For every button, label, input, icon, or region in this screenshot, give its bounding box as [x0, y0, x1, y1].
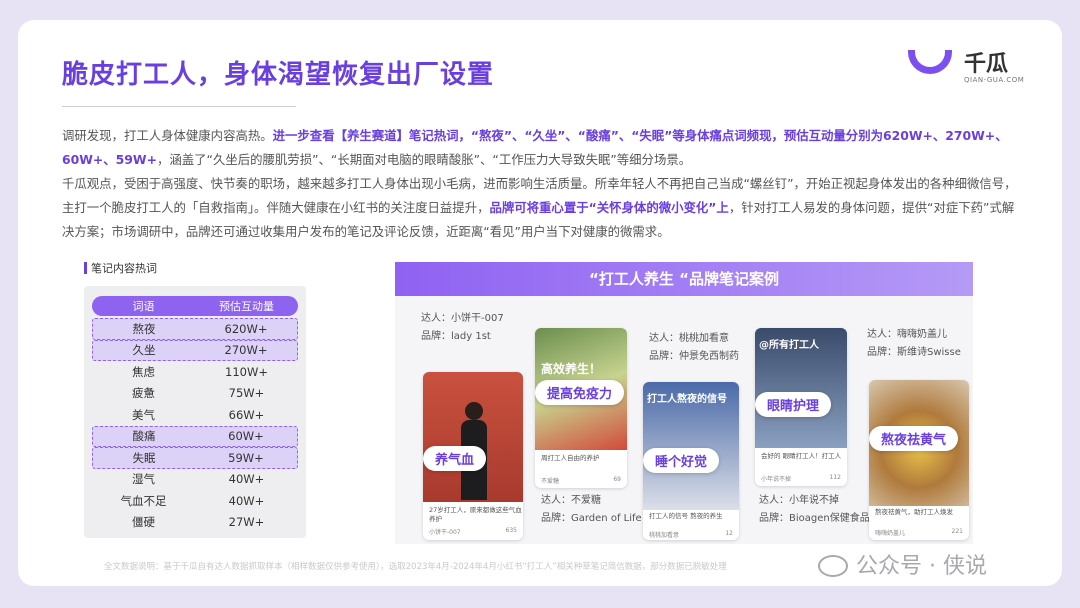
note-card-1[interactable]: 养气血 27岁打工人，原来都做这些气血养护 小饼干-007 635 [423, 372, 523, 540]
table-row: 失眠 59W+ [92, 447, 298, 469]
table-row: 美气 66W+ [92, 404, 298, 426]
note-card-5[interactable]: 熬夜祛黄气 熬夜祛黄气，助打工人焕发 嗨嗨奶盖儿 221 [869, 380, 969, 540]
logo-subtitle: QIAN-GUA.COM [964, 76, 1025, 84]
logo-arc-icon [908, 50, 952, 74]
talent-1: 达人：小饼干-007 [421, 313, 504, 324]
pill-1: 养气血 [423, 446, 487, 471]
hot-words-table: 词语 预估互动量 熬夜 620W+ 久坐 270W+ 焦虑 110W+ 疲惫 75W+ 美气 66… [84, 286, 306, 538]
table-row: 僵硬 27W+ [92, 512, 298, 534]
row-value: 75W+ [228, 386, 265, 401]
brand-2: 品牌：Garden of Life [541, 513, 642, 524]
qiangua-logo: 千瓜 QIAN-GUA.COM [908, 46, 1032, 86]
note-image-4: @所有打工人 [755, 328, 847, 448]
caption-4: 会好的 眼睛打工人！打工人 [761, 452, 842, 460]
note-image-1 [423, 372, 523, 502]
col-value-header: 预估互动量 [219, 300, 274, 313]
row-word: 僵硬 [132, 515, 155, 530]
pill-5: 熬夜祛黄气 [869, 426, 959, 451]
caption-3: 打工人的信号 熬夜的养生 [649, 512, 723, 520]
row-word: 湿气 [132, 472, 155, 487]
brand-5: 品牌：斯维诗Swisse [867, 347, 961, 358]
row-word: 酸痛 [132, 429, 156, 444]
row-value: 66W+ [228, 407, 265, 422]
slide: 脆皮打工人，身体渴望恢复出厂设置 千瓜 QIAN-GUA.COM 调研发现，打工… [18, 20, 1062, 586]
talent-3: 达人：桃桃加看意 [649, 333, 729, 344]
case-area: 达人：小饼干-007 品牌：lady 1st 养气血 27岁打工人，原来都做这些… [395, 296, 973, 544]
row-value: 40W+ [228, 493, 265, 508]
table-row: 酸痛 60W+ [92, 425, 298, 447]
table-body: 熬夜 620W+ 久坐 270W+ 焦虑 110W+ 疲惫 75W+ 美气 66W+ 酸痛 60W+ 失… [92, 318, 298, 533]
caption-5: 熬夜祛黄气，助打工人焕发 [875, 508, 953, 516]
pill-3: 睡个好觉 [643, 448, 720, 473]
row-word: 久坐 [132, 343, 156, 358]
hot-words-heading: 笔记内容热词 [84, 260, 157, 276]
brand-4: 品牌：Bioagen保健食品 [759, 513, 870, 524]
row-value: 59W+ [228, 450, 264, 465]
row-word: 美气 [132, 407, 155, 422]
wechat-icon [818, 555, 848, 577]
talent-4: 达人：小年说不掉 [759, 495, 839, 506]
page-title: 脆皮打工人，身体渴望恢复出厂设置 [62, 60, 495, 90]
note-image-3: 打工人熬夜的信号 [643, 382, 739, 510]
logo-name: 千瓜 [964, 52, 1009, 77]
caption-1: 27岁打工人，原来都做这些气血养护 [429, 506, 522, 523]
table-row: 久坐 270W+ [92, 339, 298, 361]
intro-text: 调研发现，打工人身体健康内容高热。进一步查看【养生赛道】笔记热词，“熬夜”、“久… [62, 124, 1022, 244]
row-value: 27W+ [228, 515, 265, 530]
row-value: 40W+ [228, 472, 265, 487]
talent-5: 达人：嗨嗨奶盖儿 [867, 329, 947, 340]
pill-2: 提高免疫力 [535, 380, 625, 405]
watermark: 公众号 · 侠说 [818, 548, 987, 580]
intro-p1a: 调研发现，打工人身体健康内容高热。 [62, 128, 273, 143]
pill-4: 眼睛护理 [755, 392, 832, 417]
row-word: 失眠 [132, 450, 156, 465]
brand-1: 品牌：lady 1st [421, 331, 491, 342]
row-value: 620W+ [224, 321, 268, 336]
row-value: 60W+ [228, 429, 264, 444]
row-word: 熬夜 [132, 321, 156, 336]
table-row: 焦虑 110W+ [92, 361, 298, 383]
row-value: 110W+ [225, 364, 268, 379]
case-banner: “打工人养生 “品牌笔记案例 [395, 262, 973, 296]
table-row: 湿气 40W+ [92, 469, 298, 491]
table-row: 疲惫 75W+ [92, 383, 298, 405]
title-divider [62, 106, 296, 107]
table-row: 气血不足 40W+ [92, 490, 298, 512]
brand-3: 品牌：仲景免西制药 [649, 351, 739, 362]
note-card-4[interactable]: @所有打工人 眼睛护理 会好的 眼睛打工人！打工人 小年说不掉 112 [755, 328, 847, 486]
row-word: 焦虑 [132, 364, 155, 379]
row-word: 疲惫 [132, 386, 155, 401]
col-word-header: 词语 [132, 300, 155, 313]
heading-bar-icon [84, 262, 87, 274]
talent-2: 达人：不爱糖 [541, 495, 601, 506]
intro-p2-highlight: 品牌可将重心置于“关怀身体的微小变化”上 [489, 200, 729, 215]
note-card-3[interactable]: 打工人熬夜的信号 睡个好觉 打工人的信号 熬夜的养生 桃桃加看意 12 [643, 382, 739, 540]
caption-2: 周打工人自由的养护 [541, 454, 600, 462]
intro-p1c: ，涵盖了“久坐后的腰肌劳损”、“长期面对电脑的眼睛酸胀”、“工作压力大导致失眠”… [156, 152, 692, 167]
table-row: 熬夜 620W+ [92, 318, 298, 340]
row-value: 270W+ [224, 343, 268, 358]
row-word: 气血不足 [120, 493, 167, 508]
table-header: 词语 预估互动量 [92, 296, 298, 316]
note-card-2[interactable]: 高效养生！ 提高免疫力 周打工人自由的养护 不爱糖 69 [535, 328, 627, 488]
